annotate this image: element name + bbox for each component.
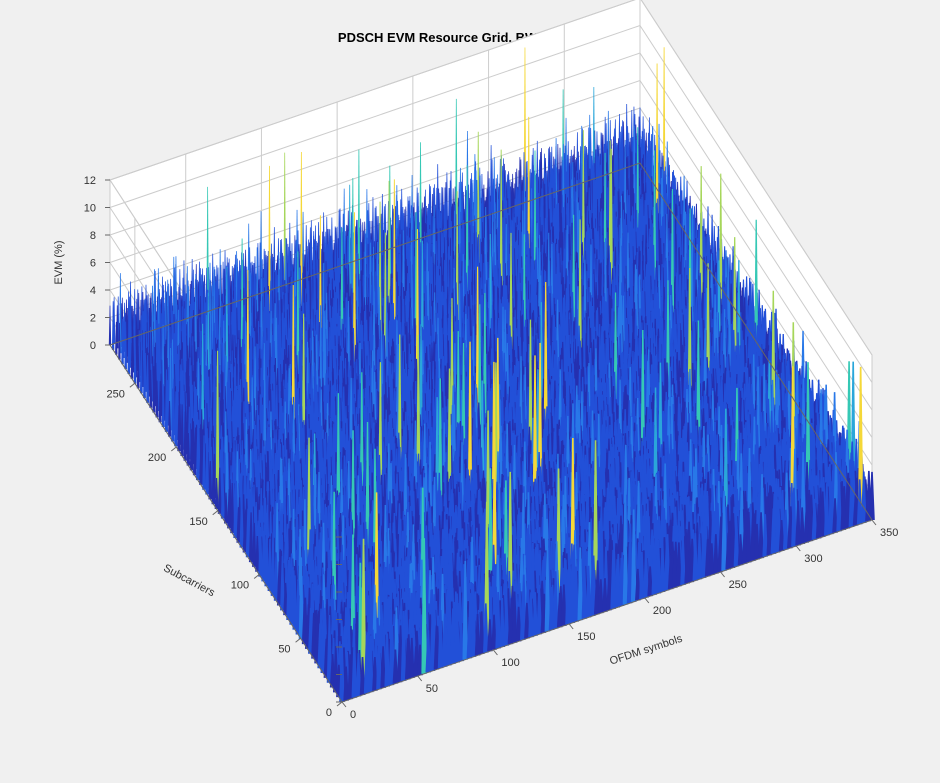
z-axis-label: EVM (%) — [53, 241, 65, 285]
x-tick: 0 — [350, 709, 356, 721]
y-axis-label: Subcarriers — [161, 562, 217, 599]
y-tick: 250 — [106, 388, 124, 400]
x-tick: 100 — [501, 657, 519, 669]
z-tick: 8 — [90, 230, 96, 242]
z-tick: 0 — [90, 340, 96, 352]
x-tick: 150 — [577, 631, 595, 643]
x-tick: 300 — [804, 553, 822, 565]
x-tick: 50 — [426, 683, 438, 695]
y-tick: 150 — [189, 516, 207, 528]
y-tick: 0 — [326, 707, 332, 719]
x-axis-label: OFDM symbols — [608, 633, 684, 668]
y-tick: 200 — [148, 452, 166, 464]
z-tick: 10 — [84, 203, 96, 215]
figure: { "chart_data": { "type": "surface3d", "… — [0, 0, 940, 783]
x-tick: 200 — [653, 605, 671, 617]
z-tick: 4 — [90, 285, 96, 297]
x-tick: 250 — [729, 579, 747, 591]
y-tick: 50 — [278, 643, 290, 655]
z-tick: 12 — [84, 175, 96, 187]
x-tick: 350 — [880, 527, 898, 539]
z-tick: 6 — [90, 258, 96, 270]
y-tick: 100 — [231, 580, 249, 592]
chart-3d-surface: 0 50 100 150 200 250 300 350 0 50 100 150 200 250 0 2 4 6… — [0, 0, 940, 783]
z-tick: 2 — [90, 313, 96, 325]
